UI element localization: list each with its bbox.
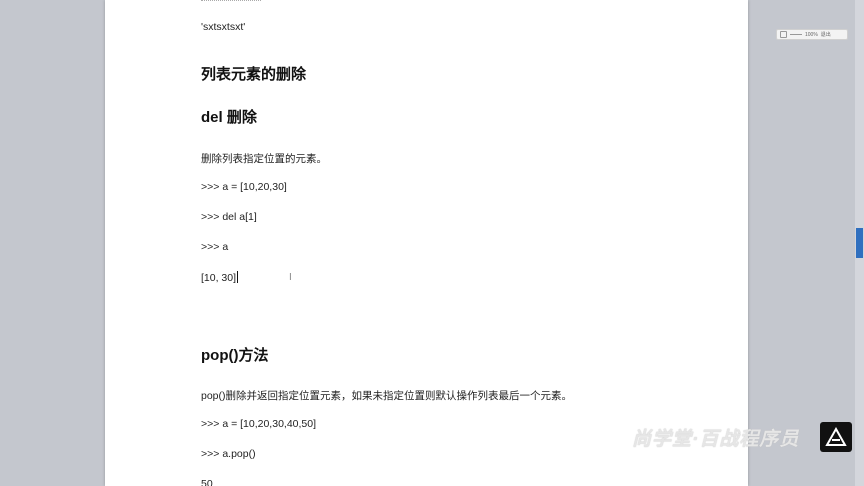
del-code-line-2: >>> del a[1] bbox=[201, 211, 257, 223]
pop-code-line-1: >>> a = [10,20,30,40,50] bbox=[201, 418, 317, 430]
text-caret bbox=[237, 271, 239, 283]
zoom-level: 100% bbox=[805, 31, 818, 38]
watermark-text: 尚学堂·百战程序员 bbox=[632, 429, 800, 450]
del-heading: del 删除 bbox=[201, 109, 257, 126]
del-code-line-1: >>> a = [10,20,30] bbox=[201, 181, 287, 193]
section-heading: 列表元素的删除 bbox=[201, 66, 307, 83]
zoom-slider[interactable] bbox=[790, 34, 802, 35]
zoom-control[interactable]: 100% 退出 bbox=[776, 29, 848, 40]
exit-button[interactable]: 退出 bbox=[821, 31, 831, 38]
pop-description: pop()删除并返回指定位置元素，如果未指定位置则默认操作列表最后一个元素。 bbox=[201, 390, 573, 402]
del-code-line-4: [10, 30] bbox=[201, 272, 237, 284]
document-page: 'sxtsxtsxt' 列表元素的删除 del 删除 删除列表指定位置的元素。 … bbox=[105, 0, 748, 486]
pop-heading: pop()方法 bbox=[201, 347, 269, 364]
scrollbar-thumb[interactable] bbox=[856, 228, 863, 258]
brand-logo-icon bbox=[820, 422, 852, 452]
pop-code-line-3: 50 bbox=[201, 478, 213, 486]
pop-code-line-2: >>> a.pop() bbox=[201, 448, 256, 460]
string-result-line: 'sxtsxtsxt' bbox=[201, 21, 246, 33]
zoom-out-button[interactable] bbox=[780, 31, 787, 38]
del-description: 删除列表指定位置的元素。 bbox=[201, 153, 327, 165]
del-code-line-4-wrap[interactable]: [10, 30] bbox=[201, 271, 239, 284]
previous-line-fragment bbox=[201, 0, 261, 1]
del-code-line-3: >>> a bbox=[201, 241, 229, 253]
ibeam-cursor-icon: I bbox=[289, 272, 292, 283]
